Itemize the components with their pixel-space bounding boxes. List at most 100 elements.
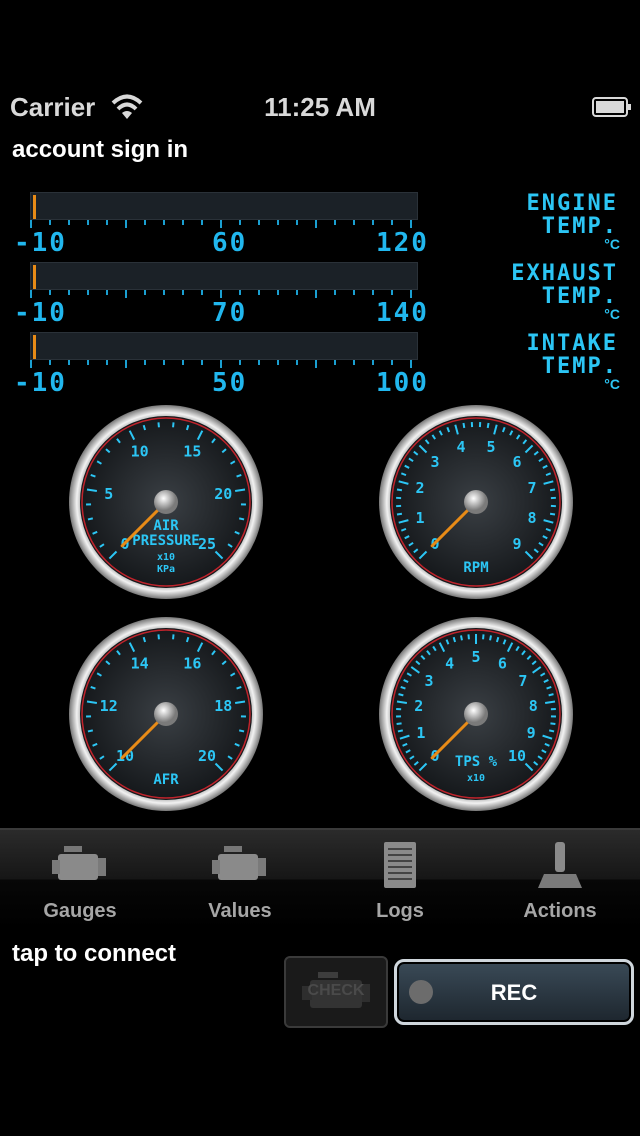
tab-actions[interactable]: Actions xyxy=(480,830,640,928)
engine-temp-scale-max: 120 xyxy=(376,228,429,258)
check-engine-button[interactable]: CHECK xyxy=(284,956,388,1028)
scale-tick xyxy=(106,290,108,295)
gauge-tick-label: 6 xyxy=(498,654,507,672)
scale-tick xyxy=(30,220,32,228)
tab-logs[interactable]: Logs xyxy=(320,830,480,928)
gauge-tick xyxy=(486,422,490,429)
scale-tick xyxy=(87,220,89,225)
battery-icon xyxy=(592,97,631,117)
tab-gauges[interactable]: Gauges xyxy=(0,830,160,928)
engine-temp-unit: °C xyxy=(604,236,620,252)
scale-tick xyxy=(315,290,317,298)
gauge-tick-label: 5 xyxy=(486,438,495,456)
gauge-hub xyxy=(464,490,488,514)
scale-tick xyxy=(220,220,222,228)
gauge-label: x10 xyxy=(467,773,485,784)
gauge-tick xyxy=(396,512,403,516)
intake-temp-scale-min: -10 xyxy=(14,368,67,398)
exhaust-temp-ticks xyxy=(30,290,416,298)
engine-temp-label: ENGINE TEMP. xyxy=(526,191,618,239)
air-pressure-gauge[interactable]: 0510152025AIRPRESSUREx10KPa xyxy=(68,404,264,600)
afr-gauge[interactable]: 101214161820AFR xyxy=(68,616,264,812)
scale-tick xyxy=(30,290,32,298)
intake-temp-scale-mid: 50 xyxy=(212,368,248,398)
gauge-tick-label: 8 xyxy=(529,697,538,715)
scale-tick xyxy=(410,220,412,228)
scale-tick xyxy=(201,360,203,365)
gauge-tick-label: 6 xyxy=(512,453,521,471)
gauge-tick xyxy=(460,635,463,641)
status-time: 11:25 AM xyxy=(264,92,376,122)
scale-tick xyxy=(277,360,279,365)
scale-tick xyxy=(182,360,184,365)
tab-values[interactable]: Values xyxy=(160,830,320,928)
exhaust-temp-gauge: -10 70 140 EXHAUST TEMP. °C xyxy=(0,262,640,332)
scale-tick xyxy=(182,290,184,295)
tab-logs-label: Logs xyxy=(376,900,424,922)
scale-tick xyxy=(258,220,260,225)
gauge-tick-label: 7 xyxy=(528,479,537,497)
engine-temp-scale-min: -10 xyxy=(14,228,67,258)
scale-tick xyxy=(258,360,260,365)
gauge-label: AIR xyxy=(153,518,179,534)
gauge-tick-label: 20 xyxy=(214,485,232,503)
gauge-tick-label: 3 xyxy=(430,453,439,471)
tps-gauge[interactable]: 012345678910TPS %x10 xyxy=(378,616,574,812)
scale-tick xyxy=(201,220,203,225)
gauge-hub xyxy=(154,490,178,514)
tap-to-connect-label[interactable]: tap to connect xyxy=(12,940,176,968)
gauge-tick xyxy=(185,424,190,431)
scale-tick xyxy=(125,360,127,368)
intake-temp-label: INTAKE TEMP. xyxy=(526,331,618,379)
scale-tick xyxy=(144,360,146,365)
gauge-tick-label: 5 xyxy=(471,648,480,666)
gauge-tick xyxy=(185,636,190,643)
gauge-tick-label: 2 xyxy=(414,697,423,715)
scale-tick xyxy=(239,290,241,295)
gauge-tick xyxy=(548,729,555,733)
scale-tick xyxy=(182,220,184,225)
gauge-tick xyxy=(452,636,457,643)
scale-tick xyxy=(49,220,51,225)
gauge-label: TPS % xyxy=(455,754,498,770)
scale-tick xyxy=(391,290,393,295)
tab-gauges-label: Gauges xyxy=(43,900,117,922)
gauge-hub xyxy=(154,702,178,726)
engine-temp-gauge: -10 60 120 ENGINE TEMP. °C xyxy=(0,192,640,262)
account-sign-in-link[interactable]: account sign in xyxy=(12,136,188,164)
joystick-icon xyxy=(538,842,582,888)
gauge-tick xyxy=(87,517,94,521)
scale-tick xyxy=(296,290,298,295)
exhaust-temp-bar xyxy=(30,262,418,290)
gauge-tick-label: 1 xyxy=(415,509,424,527)
exhaust-temp-label: EXHAUST TEMP. xyxy=(511,261,618,309)
record-button[interactable]: REC xyxy=(394,959,634,1025)
gauge-tick-label: 4 xyxy=(445,654,454,672)
gauge-tick-label: 12 xyxy=(100,697,118,715)
gauge-tick xyxy=(397,729,404,733)
scale-tick xyxy=(49,290,51,295)
gauge-tick xyxy=(550,722,556,726)
gauge-tick-label: 16 xyxy=(183,654,201,672)
gauge-tick-label: 15 xyxy=(183,442,201,460)
scale-tick xyxy=(391,220,393,225)
gauge-tick-label: 10 xyxy=(131,442,149,460)
gauge-tick-label: 20 xyxy=(198,747,216,765)
gauge-label: KPa xyxy=(157,564,175,575)
gauge-tick-label: 18 xyxy=(214,697,232,715)
gauge-tick xyxy=(142,424,147,431)
gauge-tick xyxy=(398,693,404,697)
scale-tick xyxy=(144,290,146,295)
exhaust-temp-scale-min: -10 xyxy=(14,298,67,328)
gauge-tick-label: 10 xyxy=(508,747,526,765)
rpm-gauge[interactable]: 0123456789RPM xyxy=(378,404,574,600)
scale-tick xyxy=(372,220,374,225)
scale-tick xyxy=(410,290,412,298)
intake-temp-gauge: -10 50 100 INTAKE TEMP. °C xyxy=(0,332,640,402)
scale-tick xyxy=(163,290,165,295)
engine-temp-bar xyxy=(30,192,418,220)
scale-tick xyxy=(125,290,127,298)
gauge-tick xyxy=(87,729,94,733)
intake-temp-scale-max: 100 xyxy=(376,368,429,398)
scale-tick xyxy=(258,290,260,295)
